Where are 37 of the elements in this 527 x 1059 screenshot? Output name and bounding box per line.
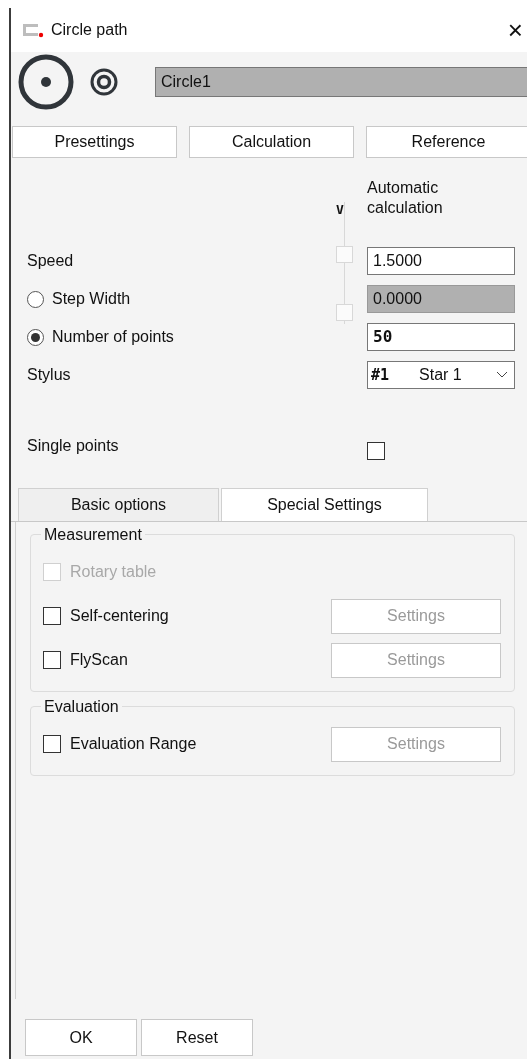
auto-checkbox[interactable]	[336, 246, 353, 263]
checkbox-label: Rotary table	[70, 562, 157, 582]
checkbox-label: FlyScan	[70, 650, 128, 670]
tab-button[interactable]: Reference	[366, 126, 527, 158]
dialog-button[interactable]: OK	[25, 1019, 137, 1056]
stylus-name: Star 1	[419, 365, 462, 385]
dialog-button[interactable]: Reset	[141, 1019, 253, 1056]
input-field[interactable]: 1.5000	[367, 247, 515, 275]
field-label: Number of points	[52, 327, 174, 347]
close-button[interactable]: ×	[507, 17, 523, 43]
tab[interactable]: Special Settings	[221, 488, 428, 521]
target-icon	[89, 67, 119, 97]
input-field[interactable]: 50	[367, 323, 515, 351]
checkbox-label: Evaluation Range	[70, 734, 197, 754]
field-label: Step Width	[52, 289, 131, 309]
field-label: Speed	[27, 251, 74, 271]
checkbox[interactable]	[367, 442, 385, 460]
checkbox[interactable]	[43, 735, 61, 753]
column-marker: V	[336, 201, 344, 219]
tab-button[interactable]: Presettings	[12, 126, 177, 158]
tab[interactable]: Basic options	[18, 488, 219, 521]
field-label: Single points	[27, 436, 119, 456]
checkbox-label: Self-centering	[70, 606, 169, 626]
stylus-number: #1	[371, 364, 390, 386]
checkbox[interactable]	[43, 607, 61, 625]
name-field[interactable]: Circle1	[155, 67, 527, 97]
column-header: Automatic calculation	[367, 178, 444, 218]
app-icon	[21, 22, 45, 38]
field-label: Stylus	[27, 365, 71, 385]
checkbox[interactable]	[43, 651, 61, 669]
chevron-down-icon	[496, 371, 508, 379]
stylus-dropdown[interactable]: #1 Star 1	[367, 361, 515, 389]
auto-checkbox[interactable]	[336, 304, 353, 321]
tab-button[interactable]: Calculation	[189, 126, 354, 158]
circle-icon	[17, 53, 75, 111]
window-title: Circle path	[51, 20, 128, 40]
radio-button[interactable]	[27, 328, 44, 346]
